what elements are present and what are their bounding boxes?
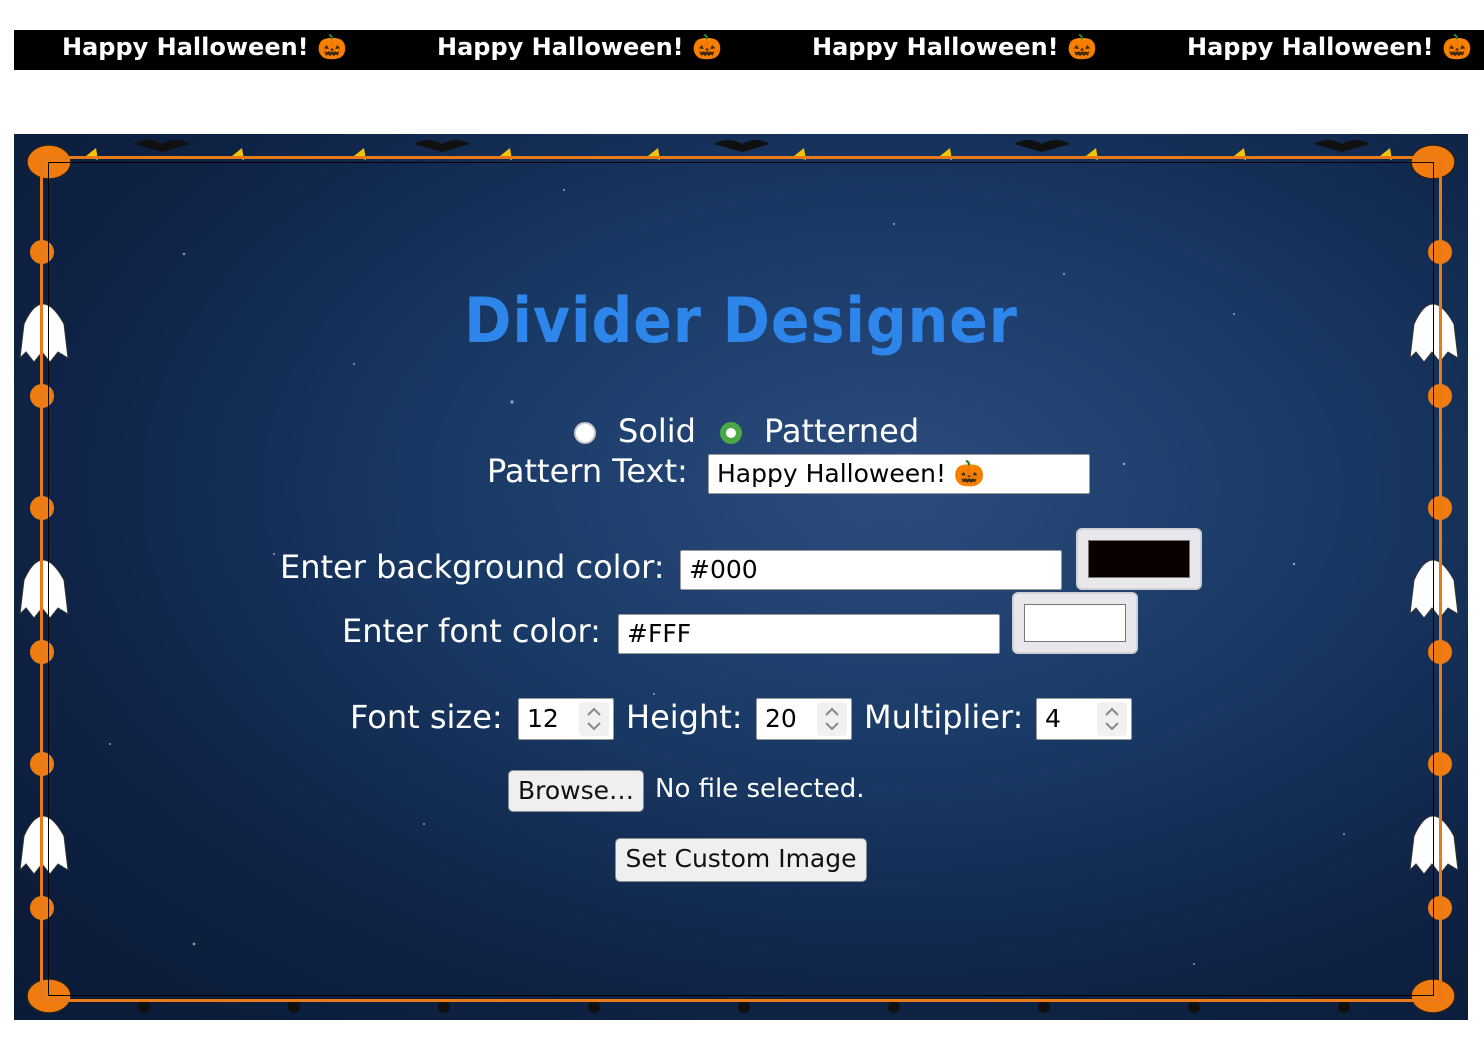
set-custom-image-button[interactable]: Set Custom Image xyxy=(615,838,867,882)
patterned-radio[interactable] xyxy=(720,422,742,444)
preview-item-text: Happy Halloween! 🎃 xyxy=(62,33,347,61)
preview-item: Happy Halloween! 🎃 xyxy=(62,30,347,70)
page-title: Divider Designer xyxy=(464,284,1018,357)
multiplier-input[interactable]: 4 xyxy=(1036,698,1132,740)
font-color-picker[interactable] xyxy=(1012,592,1138,654)
height-label: Height: xyxy=(626,698,743,736)
height-input[interactable]: 20 xyxy=(756,698,852,740)
preview-item-text: Happy Halloween! 🎃 xyxy=(437,33,722,61)
font-color-swatch xyxy=(1024,604,1126,642)
preview-item: Happy Halloween! 🎃 xyxy=(437,30,722,70)
preview-item: Happy Halloween! 🎃 xyxy=(1187,30,1472,70)
pattern-text-input[interactable]: Happy Halloween! 🎃 xyxy=(708,454,1090,494)
solid-radio[interactable] xyxy=(574,422,596,444)
font-size-input[interactable]: 12 xyxy=(518,698,614,740)
preview-item-text: Happy Halloween! 🎃 xyxy=(812,33,1097,61)
preview-item-text: Happy Halloween! 🎃 xyxy=(1187,33,1472,61)
font-color-input[interactable]: #FFF xyxy=(618,614,1000,654)
stepper-arrows-icon xyxy=(1105,707,1119,731)
font-color-label: Enter font color: xyxy=(342,612,601,650)
designer-panel: Divider Designer Solid Patterned Pattern… xyxy=(14,134,1468,1020)
background-color-swatch xyxy=(1088,540,1190,578)
patterned-label: Patterned xyxy=(764,412,920,450)
divider-preview: Happy Halloween! 🎃 Happy Halloween! 🎃 Ha… xyxy=(14,30,1484,70)
background-color-picker[interactable] xyxy=(1076,528,1202,590)
font-size-label: Font size: xyxy=(350,698,503,736)
solid-label: Solid xyxy=(618,412,696,450)
file-status: No file selected. xyxy=(655,774,865,804)
preview-item: Happy Halloween! 🎃 xyxy=(812,30,1097,70)
font-size-stepper[interactable] xyxy=(579,702,609,736)
height-value: 20 xyxy=(765,704,797,733)
background-color-input[interactable]: #000 xyxy=(680,550,1062,590)
bat-icon xyxy=(134,140,1370,152)
multiplier-label: Multiplier: xyxy=(864,698,1024,736)
multiplier-stepper[interactable] xyxy=(1097,702,1127,736)
browse-button[interactable]: Browse… xyxy=(508,770,644,812)
pattern-text-label: Pattern Text: xyxy=(487,452,688,490)
multiplier-value: 4 xyxy=(1045,704,1061,733)
stepper-arrows-icon xyxy=(825,707,839,731)
spider-icon xyxy=(138,1001,1350,1013)
stepper-arrows-icon xyxy=(587,707,601,731)
background-color-label: Enter background color: xyxy=(280,548,665,586)
height-stepper[interactable] xyxy=(817,702,847,736)
font-size-value: 12 xyxy=(527,704,559,733)
